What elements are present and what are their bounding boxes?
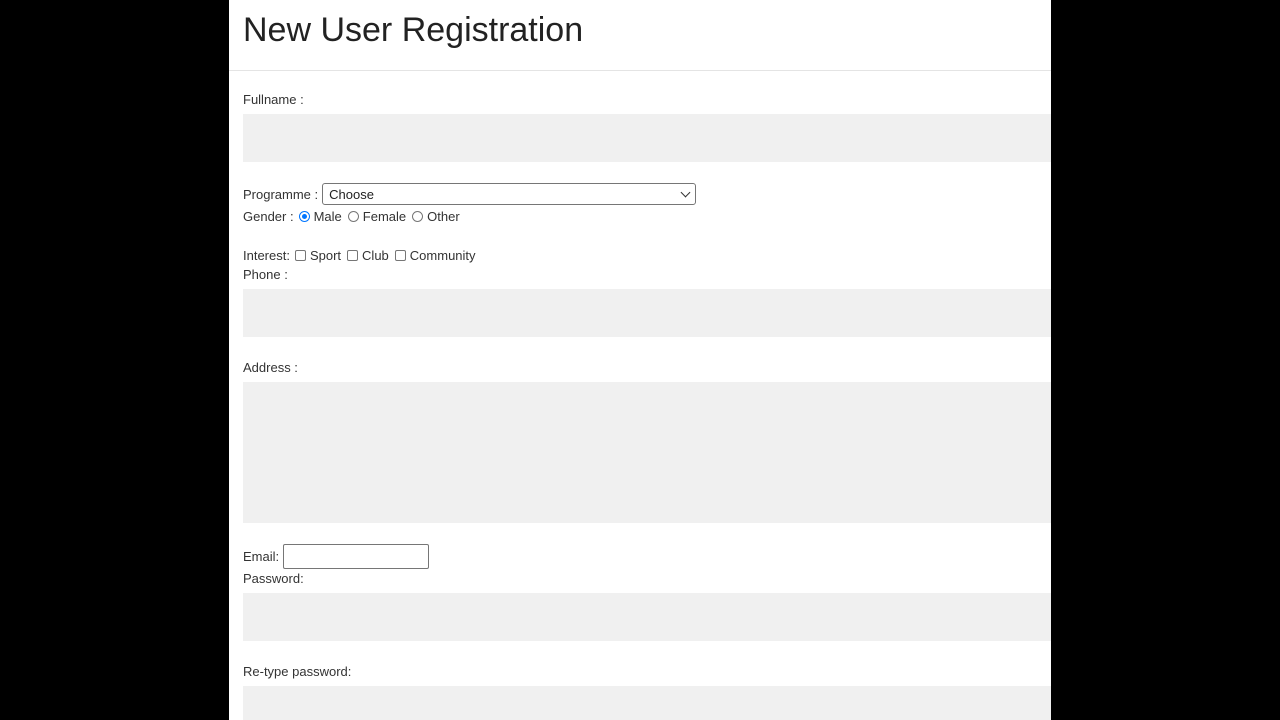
interest-community-checkbox[interactable]: [394, 249, 406, 261]
gender-female-label: Female: [362, 208, 407, 224]
fullname-label: Fullname :: [243, 92, 304, 107]
programme-row: Programme : Choose: [243, 183, 697, 205]
interest-community-label: Community: [409, 247, 476, 263]
programme-select[interactable]: Choose: [322, 183, 697, 205]
phone-input[interactable]: [243, 289, 1051, 337]
email-input[interactable]: [283, 544, 430, 569]
programme-selected-value: Choose: [329, 186, 374, 202]
title-divider: [229, 70, 1051, 71]
gender-label: Gender :: [243, 208, 294, 224]
fullname-input[interactable]: [243, 114, 1051, 162]
address-label: Address :: [243, 360, 298, 375]
password-input[interactable]: [243, 593, 1051, 641]
gender-other-label: Other: [427, 208, 460, 224]
gender-female-radio[interactable]: [347, 210, 359, 222]
interest-club-label: Club: [362, 247, 389, 263]
phone-label: Phone :: [243, 267, 288, 282]
password-label: Password:: [243, 571, 304, 586]
gender-male-label: Male: [313, 208, 342, 224]
email-label: Email:: [243, 549, 280, 564]
interest-sport-checkbox[interactable]: [294, 249, 306, 261]
interest-sport-label: Sport: [309, 247, 342, 263]
interest-row: Interest: Sport Club Community: [243, 244, 477, 266]
page-title: New User Registration: [243, 11, 584, 49]
email-row: Email:: [243, 544, 430, 569]
interest-club-checkbox[interactable]: [347, 249, 359, 261]
gender-row: Gender : Male Female Other: [243, 205, 461, 227]
address-textarea[interactable]: [243, 382, 1051, 523]
retype-password-input[interactable]: [243, 686, 1051, 720]
retype-password-label: Re-type password:: [243, 664, 352, 679]
interest-label: Interest:: [243, 247, 290, 263]
chevron-down-icon: [680, 187, 691, 197]
registration-page: New User Registration Fullname : Program…: [229, 0, 1051, 720]
programme-label: Programme :: [243, 186, 319, 202]
gender-other-radio[interactable]: [412, 210, 424, 222]
gender-male-radio[interactable]: [298, 210, 310, 222]
